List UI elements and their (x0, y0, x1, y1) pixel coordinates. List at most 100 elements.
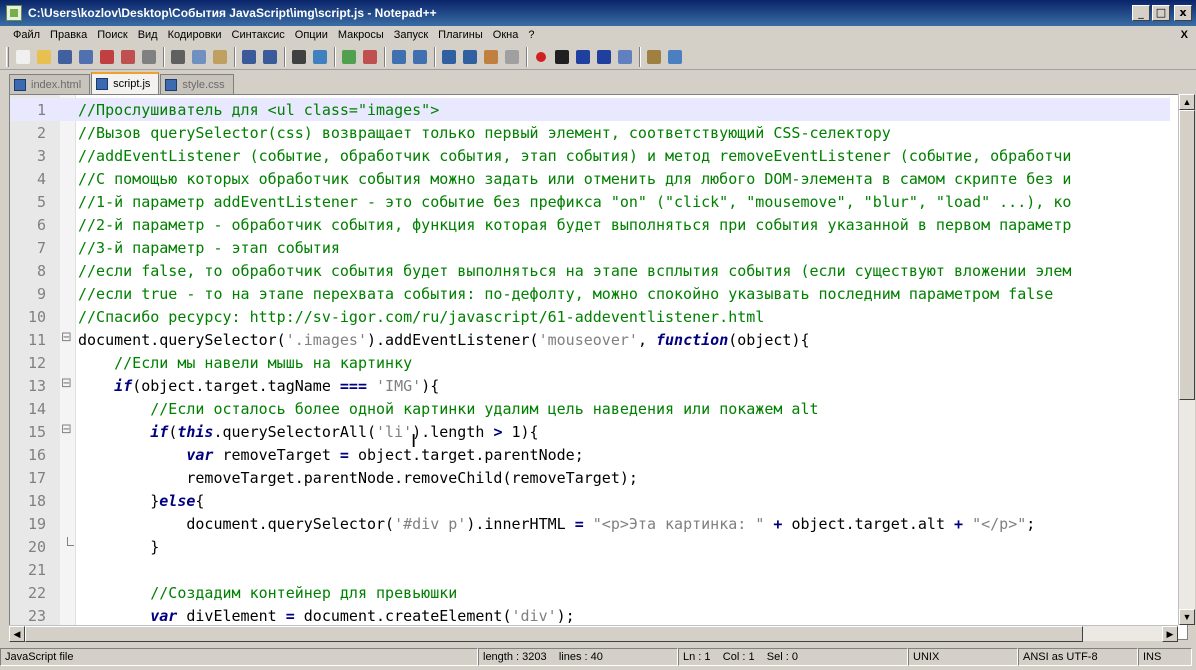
code-text[interactable]: //Спасибо ресурсу: http://sv-igor.com/ru… (76, 308, 764, 326)
open-file-icon[interactable] (34, 47, 54, 67)
replace-icon[interactable] (310, 47, 330, 67)
stop-macro-icon[interactable] (552, 47, 572, 67)
code-lines[interactable]: 1 //Прослушиватель для <ul class="images"… (10, 98, 1170, 627)
code-line[interactable]: 17 removeTarget.parentNode.removeChild(r… (10, 466, 1170, 489)
zoom-out-icon[interactable] (360, 47, 380, 67)
minimize-button[interactable]: _ (1132, 5, 1150, 21)
toolbar-grip[interactable] (6, 46, 9, 67)
code-line[interactable]: 1 //Прослушиватель для <ul class="images"… (10, 98, 1170, 121)
scroll-left-arrow-icon[interactable]: ◀ (9, 626, 25, 642)
code-text[interactable]: if(this.querySelectorAll('li').length > … (76, 423, 538, 441)
code-line[interactable]: 12 //Если мы навели мышь на картинку (10, 351, 1170, 374)
copy-icon[interactable] (189, 47, 209, 67)
code-line[interactable]: 7 //3-й параметр - этап события (10, 236, 1170, 259)
tab-style-css[interactable]: style.css (160, 74, 234, 94)
fold-toggle-icon[interactable] (60, 420, 76, 443)
code-text[interactable]: document.querySelector('#div p').innerHT… (76, 515, 1035, 533)
horizontal-scroll-thumb[interactable] (25, 626, 1083, 642)
vertical-scrollbar[interactable]: ▲ ▼ (1178, 94, 1195, 625)
code-line[interactable]: 23 var divElement = document.createEleme… (10, 604, 1170, 627)
code-text[interactable]: //Прослушиватель для <ul class="images"> (76, 101, 439, 119)
undo-icon[interactable] (239, 47, 259, 67)
indent-guide-icon[interactable] (481, 47, 501, 67)
find-icon[interactable] (289, 47, 309, 67)
tab-index-html[interactable]: index.html (9, 74, 91, 94)
code-text[interactable]: var removeTarget = object.target.parentN… (76, 446, 583, 464)
menu-item[interactable]: Макросы (333, 29, 389, 41)
close-document-button[interactable]: X (1181, 29, 1188, 41)
code-text[interactable]: document.querySelector('.images').addEve… (76, 331, 810, 349)
menu-item[interactable]: Поиск (92, 29, 132, 41)
code-text[interactable]: //1-й параметр addEventListener - это со… (76, 193, 1071, 211)
code-text[interactable]: //Если осталось более одной картинки уда… (76, 400, 818, 418)
cut-icon[interactable] (168, 47, 188, 67)
code-editor[interactable]: 1 //Прослушиватель для <ul class="images"… (9, 94, 1188, 640)
code-text[interactable]: //если false, то обработчик события буде… (76, 262, 1071, 280)
scroll-down-arrow-icon[interactable]: ▼ (1179, 609, 1195, 625)
code-text[interactable]: //Вызов querySelector(css) возвращает то… (76, 124, 891, 142)
code-text[interactable]: //С помощью которых обработчик события м… (76, 170, 1071, 188)
zoom-in-icon[interactable] (339, 47, 359, 67)
code-line[interactable]: 19 document.querySelector('#div p').inne… (10, 512, 1170, 535)
close-button[interactable]: x (1174, 5, 1192, 21)
menu-item[interactable]: Вид (133, 29, 163, 41)
vertical-scroll-thumb[interactable] (1179, 110, 1195, 400)
code-line[interactable]: 22 //Создадим контейнер для превьюшки (10, 581, 1170, 604)
redo-icon[interactable] (260, 47, 280, 67)
scroll-up-arrow-icon[interactable]: ▲ (1179, 94, 1195, 110)
tab-script-js[interactable]: script.js (91, 72, 160, 94)
code-line[interactable]: 16 var removeTarget = object.target.pare… (10, 443, 1170, 466)
fold-toggle-icon[interactable] (60, 374, 76, 397)
code-text[interactable]: //Если мы навели мышь на картинку (76, 354, 412, 372)
close-all-icon[interactable] (118, 47, 138, 67)
code-line[interactable]: 13 if(object.target.tagName === 'IMG'){ (10, 374, 1170, 397)
launch-browser-icon[interactable] (644, 47, 664, 67)
code-text[interactable]: //Создадим контейнер для превьюшки (76, 584, 457, 602)
notepad-plus-plus-icon[interactable] (6, 5, 22, 21)
code-line[interactable]: 8 //если false, то обработчик события буд… (10, 259, 1170, 282)
menu-item[interactable]: Синтаксис (227, 29, 290, 41)
menu-item[interactable]: Окна (488, 29, 524, 41)
paste-icon[interactable] (210, 47, 230, 67)
fold-toggle-icon[interactable] (60, 328, 76, 351)
code-line[interactable]: 14 //Если осталось более одной картинки … (10, 397, 1170, 420)
code-line[interactable]: 3 //addEventListener (событие, обработчик… (10, 144, 1170, 167)
code-text[interactable]: //2-й параметр - обработчик события, фун… (76, 216, 1071, 234)
code-text[interactable]: var divElement = document.createElement(… (76, 607, 574, 625)
menu-item[interactable]: Плагины (433, 29, 488, 41)
close-icon[interactable] (97, 47, 117, 67)
code-text[interactable]: //3-й параметр - этап события (76, 239, 340, 257)
word-wrap-icon[interactable] (439, 47, 459, 67)
code-line[interactable]: 6 //2-й параметр - обработчик события, фу… (10, 213, 1170, 236)
print-icon[interactable] (139, 47, 159, 67)
code-text[interactable]: if(object.target.tagName === 'IMG'){ (76, 377, 439, 395)
menu-item[interactable]: ? (523, 29, 539, 41)
code-line[interactable]: 4 //С помощью которых обработчик события … (10, 167, 1170, 190)
sync-vertical-icon[interactable] (389, 47, 409, 67)
code-text[interactable]: } (76, 538, 159, 556)
code-line[interactable]: 18 }else{ (10, 489, 1170, 512)
code-text[interactable]: }else{ (76, 492, 204, 510)
menu-item[interactable]: Запуск (389, 29, 433, 41)
scroll-right-arrow-icon[interactable]: ▶ (1162, 626, 1178, 642)
new-file-icon[interactable] (13, 47, 33, 67)
code-line[interactable]: 20 } (10, 535, 1170, 558)
code-line[interactable]: 10 //Спасибо ресурсу: http://sv-igor.com/… (10, 305, 1170, 328)
menu-item[interactable]: Кодировки (163, 29, 227, 41)
run-macro-multiple-icon[interactable] (594, 47, 614, 67)
horizontal-scrollbar[interactable]: ◀ ▶ (9, 625, 1178, 642)
play-macro-icon[interactable] (573, 47, 593, 67)
menu-item[interactable]: Файл (8, 29, 45, 41)
maximize-button[interactable]: □ (1152, 5, 1170, 21)
sync-horizontal-icon[interactable] (410, 47, 430, 67)
code-line[interactable]: 2 //Вызов querySelector(css) возвращает т… (10, 121, 1170, 144)
code-line[interactable]: 15 if(this.querySelectorAll('li').length… (10, 420, 1170, 443)
code-line[interactable]: 11 document.querySelector('.images').addE… (10, 328, 1170, 351)
code-text[interactable]: //addEventListener (событие, обработчик … (76, 147, 1071, 165)
menu-item[interactable]: Опции (290, 29, 333, 41)
code-line[interactable]: 9 //если true - то на этапе перехвата соб… (10, 282, 1170, 305)
spellcheck-icon[interactable] (665, 47, 685, 67)
doc-map-icon[interactable] (502, 47, 522, 67)
code-line[interactable]: 21 (10, 558, 1170, 581)
code-text[interactable]: //если true - то на этапе перехвата собы… (76, 285, 1053, 303)
